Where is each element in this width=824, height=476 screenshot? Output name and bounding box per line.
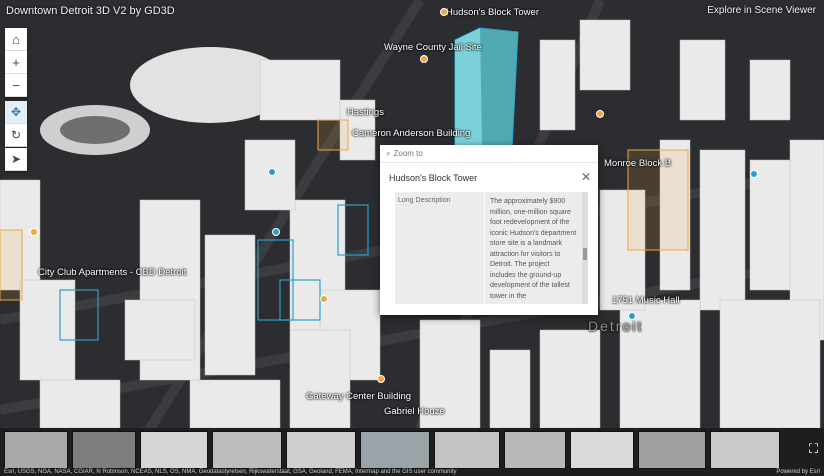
map-label-hudsons-block-tower[interactable]: Hudson's Block Tower [446, 7, 539, 18]
pan-icon[interactable]: ✥ [5, 101, 27, 124]
map-label-1751-music-hall[interactable]: 1751 Music Hall [612, 295, 680, 306]
app-title: Downtown Detroit 3D V2 by GD3D [6, 5, 175, 17]
search-icon: ⌕ [386, 148, 391, 158]
map-label-city-club-apartments[interactable]: City Club Apartments - CBD Detroit [38, 267, 186, 278]
zoom-to-label: Zoom to [393, 149, 423, 158]
powered-by-esri[interactable]: Powered by Esri [776, 469, 820, 475]
map-label-gateway-center-building[interactable]: Gateway Center Building [306, 391, 411, 402]
slide-thumbnail[interactable] [710, 431, 780, 469]
slide-thumbnail[interactable] [638, 431, 706, 469]
map-label-cameron-anderson-building[interactable]: Cameron Anderson Building [352, 128, 470, 139]
map-label-monroe-block-b[interactable]: Monroe Block B [604, 158, 671, 169]
popup-title: Hudson's Block Tower [389, 173, 478, 183]
field-value: The approximately $900 million, one-mill… [490, 198, 577, 300]
slide-thumbnail[interactable] [570, 431, 634, 469]
compass-icon[interactable]: ➤ [5, 148, 27, 171]
home-icon[interactable]: ⌂ [5, 28, 27, 51]
zoom-to-action[interactable]: ⌕ Zoom to [380, 145, 598, 163]
attribute-table: Long Description The approximately $900 … [395, 192, 588, 304]
map-pin[interactable] [440, 8, 448, 16]
popup-scrollbar[interactable] [582, 192, 588, 304]
map-label-hastings[interactable]: Hastings [347, 107, 384, 118]
map-pin[interactable] [377, 375, 385, 383]
slide-thumbnail[interactable] [140, 431, 208, 469]
map-pin[interactable] [628, 312, 636, 320]
zoom-controls: ⌂ + − [5, 28, 27, 97]
slide-thumbnail[interactable] [4, 431, 68, 469]
explore-in-scene-viewer-link[interactable]: Explore in Scene Viewer [707, 5, 816, 16]
slide-thumbnail[interactable] [286, 431, 356, 469]
map-pin[interactable] [750, 170, 758, 178]
map-pin[interactable] [272, 228, 280, 236]
compass-control: ➤ [5, 148, 27, 171]
rotate-icon[interactable]: ↻ [5, 124, 27, 147]
map-pin[interactable] [420, 55, 428, 63]
slide-thumbnail[interactable] [434, 431, 500, 469]
map-pin[interactable] [30, 228, 38, 236]
slide-thumbnail[interactable] [360, 431, 430, 469]
map-label-wayne-county-jail-site[interactable]: Wayne County Jail Site [384, 42, 482, 53]
map-pin[interactable] [596, 110, 604, 118]
field-name: Long Description [395, 192, 485, 304]
map-label-detroit-street: Detroit [588, 318, 644, 334]
zoom-out-button[interactable]: − [5, 74, 27, 97]
fullscreen-icon[interactable]: ⛶ [809, 441, 818, 457]
slide-thumbnail[interactable] [72, 431, 136, 469]
map-pin[interactable] [268, 168, 276, 176]
map-attribution: Esri, USGS, NGA, NASA, CGIAR, N Robinson… [4, 469, 457, 475]
map-pin[interactable] [320, 295, 328, 303]
slide-thumbnail[interactable] [212, 431, 282, 469]
feature-popup: ⌕ Zoom to Hudson's Block Tower ✕ Long De… [380, 145, 598, 315]
navigation-mode-controls: ✥ ↻ [5, 101, 27, 147]
slide-thumbnail[interactable] [504, 431, 566, 469]
map-label-gabriel-houze[interactable]: Gabriel Houze [384, 406, 445, 417]
close-icon[interactable]: ✕ [581, 170, 591, 184]
zoom-in-button[interactable]: + [5, 51, 27, 74]
scrollbar-thumb[interactable] [583, 248, 587, 260]
